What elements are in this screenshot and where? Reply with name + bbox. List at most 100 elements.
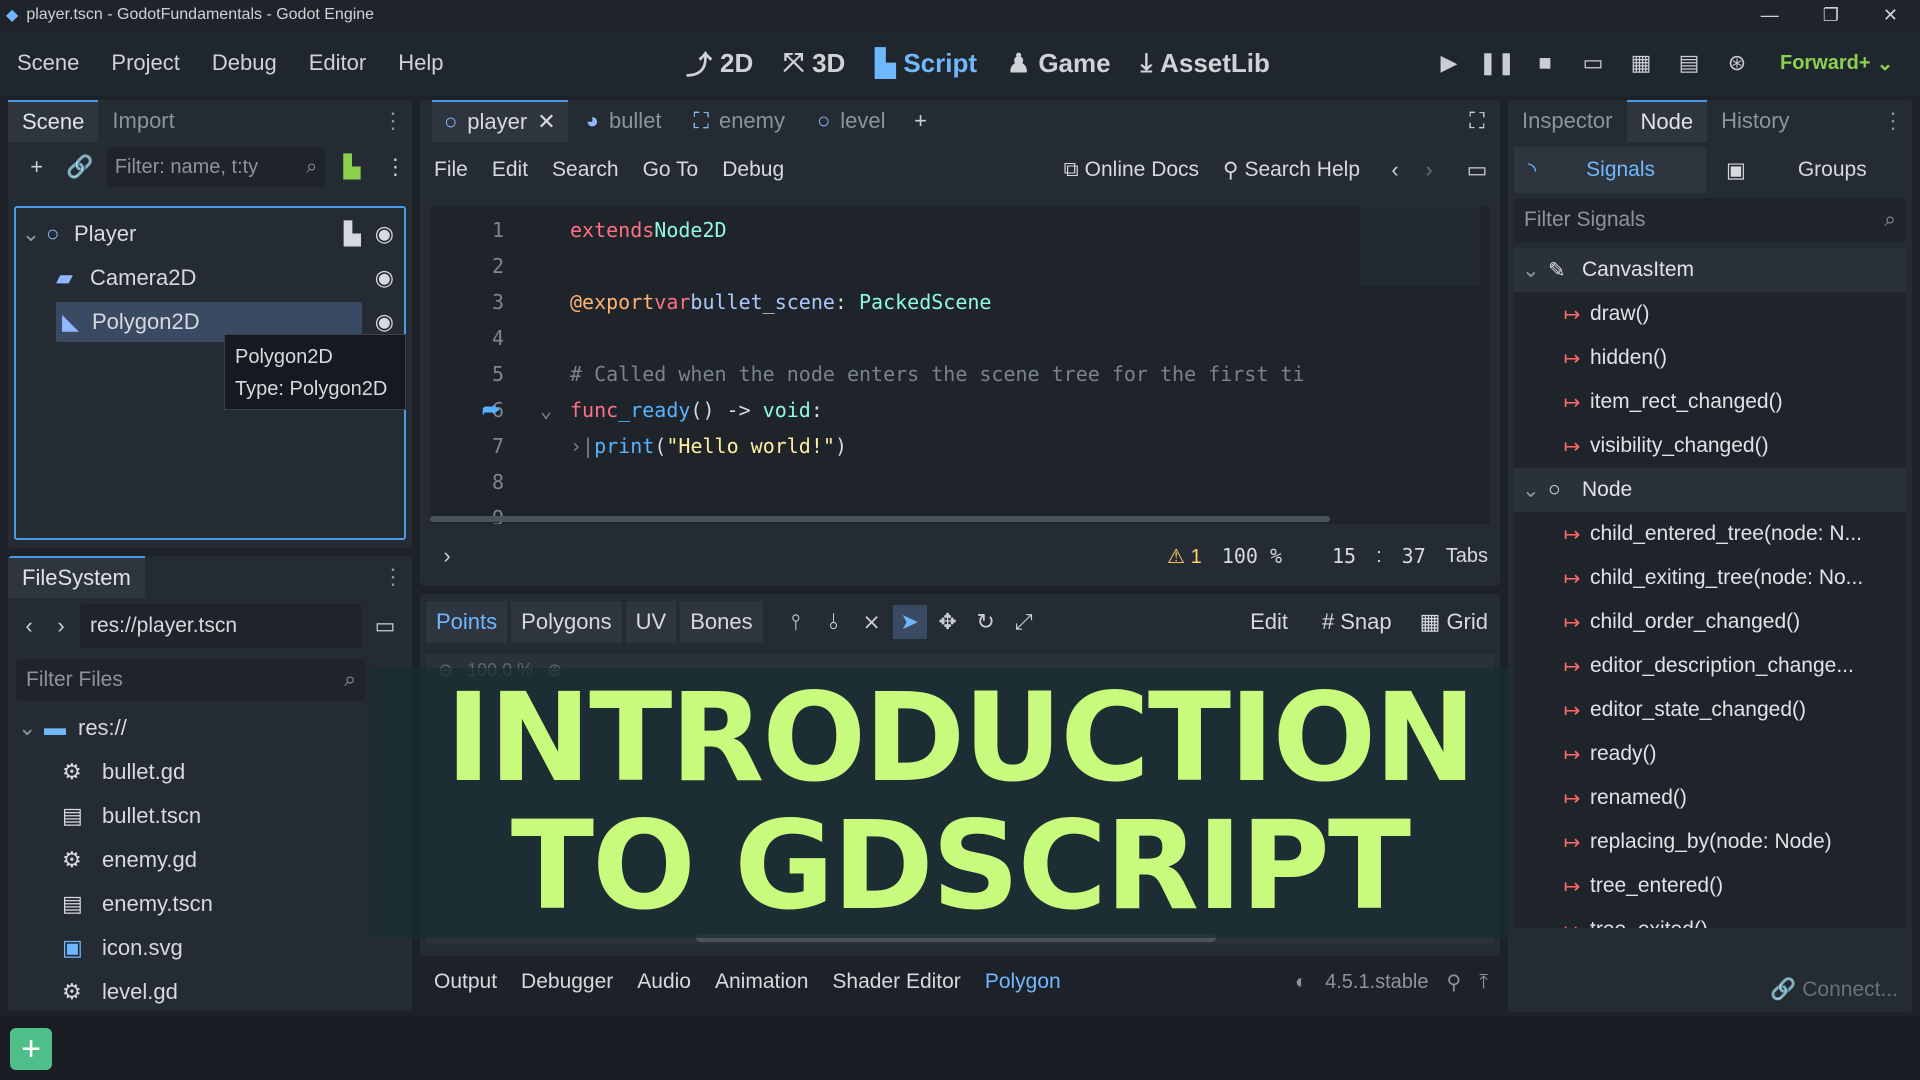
signal-item[interactable]: ↦ child_entered_tree(node: N... — [1514, 512, 1906, 556]
signal-group-node[interactable]: ⌄ ○ Node — [1514, 468, 1906, 512]
warning-count[interactable]: ⚠ 1 — [1167, 544, 1202, 569]
mode-game-button[interactable]: ♟ Game — [1007, 48, 1111, 79]
filter-files-input[interactable]: Filter Files ⌕ — [16, 659, 366, 701]
menu-editor[interactable]: Editor — [309, 50, 366, 76]
signal-item[interactable]: ↦ ready() — [1514, 732, 1906, 776]
mode-assetlib-button[interactable]: ⤓ AssetLib — [1141, 47, 1270, 79]
play-scene-icon[interactable]: ▦ — [1624, 46, 1658, 80]
tab-scene[interactable]: Scene — [8, 100, 99, 142]
signal-item[interactable]: ↦ tree_entered() — [1514, 864, 1906, 908]
tab-polygon[interactable]: Polygon — [985, 970, 1061, 994]
tab-inspector[interactable]: Inspector — [1508, 100, 1627, 142]
remove-point-icon[interactable]: ⨯ — [855, 605, 889, 639]
split-view-icon[interactable]: ▭ — [368, 609, 402, 643]
tab-points[interactable]: Points — [426, 601, 508, 643]
file-item[interactable]: ⚙ bullet.gd — [8, 750, 412, 794]
file-item[interactable]: ▤ enemy.tscn — [8, 882, 412, 926]
script-menu-file[interactable]: File — [434, 158, 468, 182]
menu-scene[interactable]: Scene — [17, 50, 79, 76]
plus-sparkle-icon[interactable]: + — [10, 1028, 52, 1070]
distraction-free-icon[interactable]: ⛶ — [1460, 104, 1494, 138]
maximize-icon[interactable]: ❐ — [1823, 5, 1839, 26]
minimap[interactable] — [1360, 206, 1480, 286]
groups-tab-button[interactable]: ▣ Groups — [1726, 158, 1867, 183]
insert-point-icon[interactable]: ⫰ — [817, 605, 851, 639]
edit-menu[interactable]: Edit — [1250, 609, 1288, 635]
file-item[interactable]: ⚙ enemy.gd — [8, 838, 412, 882]
rotate-tool-icon[interactable]: ↻ — [969, 605, 1003, 639]
collapse-icon[interactable]: ⌄ — [1522, 258, 1548, 283]
expand-panel-icon[interactable]: ⤒ — [1479, 971, 1488, 994]
signal-item[interactable]: ↦ editor_state_changed() — [1514, 688, 1906, 732]
search-help-button[interactable]: ⚲ Search Help — [1223, 158, 1360, 183]
file-item[interactable]: ▣ icon.svg — [8, 926, 412, 970]
movie-maker-icon[interactable]: ⊛ — [1720, 46, 1754, 80]
path-field[interactable]: res://player.tscn — [80, 604, 362, 648]
dock-menu-icon[interactable]: ⋮ — [382, 564, 404, 590]
connection-arrow-icon[interactable]: ⮫ — [482, 398, 501, 422]
signal-item[interactable]: ↦ editor_description_change... — [1514, 644, 1906, 688]
scale-tool-icon[interactable]: ⤢ — [1007, 605, 1041, 639]
stop-icon[interactable]: ■ — [1528, 46, 1562, 80]
signal-item[interactable]: ↦ draw() — [1514, 292, 1906, 336]
zoom-level[interactable]: 100 % — [1222, 544, 1282, 568]
visibility-eye-icon[interactable]: ◉ — [375, 221, 394, 247]
next-script-icon[interactable]: › — [1412, 153, 1446, 187]
tab-bullet[interactable]: ◕ bullet — [572, 108, 676, 134]
file-item[interactable]: ▤ bullet.tscn — [8, 794, 412, 838]
close-window-icon[interactable]: ✕ — [1883, 5, 1898, 26]
tab-enemy[interactable]: ⛶ enemy — [680, 108, 799, 134]
script-attached-icon[interactable]: ▙ — [344, 221, 361, 247]
indent-mode[interactable]: Tabs — [1446, 545, 1488, 568]
tab-bones[interactable]: Bones — [680, 601, 763, 643]
minimize-icon[interactable]: — — [1761, 5, 1779, 26]
tab-uv[interactable]: UV — [625, 601, 677, 643]
script-menu-edit[interactable]: Edit — [492, 158, 528, 182]
signal-item[interactable]: ↦ hidden() — [1514, 336, 1906, 380]
collapse-icon[interactable]: ⌄ — [18, 715, 44, 741]
tab-filesystem[interactable]: FileSystem — [8, 556, 145, 598]
tree-node-player[interactable]: ⌄ ○ Player ▙ ◉ — [16, 212, 404, 256]
tree-node-camera2d[interactable]: ▰ Camera2D ◉ — [16, 256, 404, 300]
select-tool-icon[interactable]: ➤ — [892, 605, 927, 639]
mode-3d-button[interactable]: ⤧ 3D — [783, 47, 845, 79]
horizontal-scrollbar[interactable] — [430, 516, 1330, 522]
play-icon[interactable]: ▶ — [1432, 46, 1466, 80]
scene-filter-input[interactable]: Filter: name, t:ty ⌕ — [106, 147, 326, 187]
forward-icon[interactable]: › — [48, 609, 74, 643]
script-menu-debug[interactable]: Debug — [722, 158, 784, 182]
tab-output[interactable]: Output — [434, 970, 497, 994]
move-tool-icon[interactable]: ✥ — [931, 605, 965, 639]
pin-icon[interactable]: ⚲ — [1447, 970, 1462, 995]
tab-animation[interactable]: Animation — [715, 970, 808, 994]
close-tab-icon[interactable]: ✕ — [537, 109, 555, 135]
add-node-icon[interactable]: + — [20, 150, 53, 184]
toggle-scripts-panel-icon[interactable]: ▭ — [1460, 153, 1494, 187]
attach-script-icon[interactable]: ▙ — [335, 150, 368, 184]
tab-player[interactable]: ○ player ✕ — [432, 100, 568, 142]
snap-button[interactable]: # Snap — [1322, 609, 1392, 635]
dock-menu-icon[interactable]: ⋮ — [1882, 108, 1904, 134]
grid-button[interactable]: ▦ Grid — [1420, 609, 1488, 635]
signal-item[interactable]: ↦ visibility_changed() — [1514, 424, 1906, 468]
fold-icon[interactable]: ⌄ — [540, 398, 570, 422]
signal-item[interactable]: ↦tree_exited() — [1514, 908, 1906, 928]
menu-help[interactable]: Help — [398, 50, 443, 76]
tab-debugger[interactable]: Debugger — [521, 970, 613, 994]
prev-script-icon[interactable]: ‹ — [1378, 153, 1412, 187]
signal-item[interactable]: ↦ child_exiting_tree(node: No... — [1514, 556, 1906, 600]
filter-signals-input[interactable]: Filter Signals ⌕ — [1514, 198, 1906, 242]
collapse-icon[interactable]: ⌄ — [1522, 478, 1548, 503]
remote-debug-icon[interactable]: ▭ — [1576, 46, 1610, 80]
menu-debug[interactable]: Debug — [212, 50, 277, 76]
renderer-select[interactable]: Forward+ ⌄ — [1780, 51, 1893, 76]
script-menu-goto[interactable]: Go To — [643, 158, 699, 182]
dock-menu-icon[interactable]: ⋮ — [382, 108, 404, 134]
script-menu-search[interactable]: Search — [552, 158, 619, 182]
folder-res[interactable]: ⌄ ▬ res:// — [8, 706, 412, 750]
back-icon[interactable]: ‹ — [16, 609, 42, 643]
collapse-icon[interactable]: ⌄ — [16, 221, 46, 247]
tab-import[interactable]: Import — [98, 100, 188, 142]
tab-audio[interactable]: Audio — [637, 970, 691, 994]
file-item[interactable]: ⚙ level.gd — [8, 970, 412, 1011]
